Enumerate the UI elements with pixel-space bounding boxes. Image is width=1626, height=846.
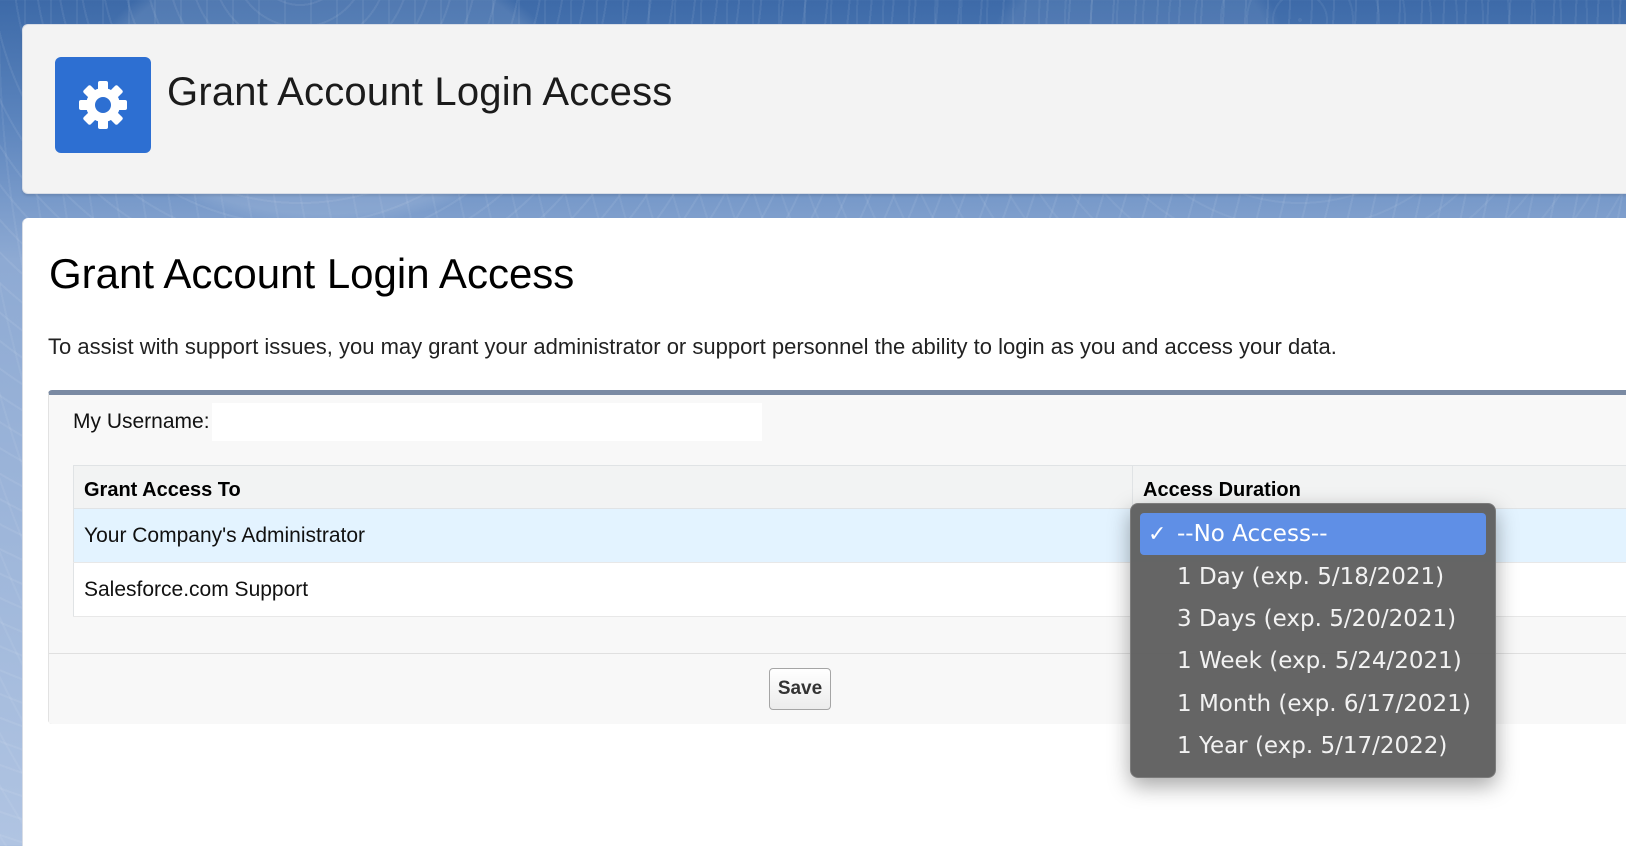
page-title: Grant Account Login Access xyxy=(49,250,575,297)
row-company-administrator: Your Company's Administrator xyxy=(73,508,1133,563)
option-label: 1 Year (exp. 5/17/2022) xyxy=(1177,733,1448,760)
page-header: Grant Account Login Access xyxy=(22,24,1626,194)
access-duration-dropdown[interactable]: ✓ --No Access-- 1 Day (exp. 5/18/2021) 3… xyxy=(1130,503,1496,778)
username-row: My Username: xyxy=(73,403,762,441)
option-1-day[interactable]: 1 Day (exp. 5/18/2021) xyxy=(1140,555,1486,597)
option-label: --No Access-- xyxy=(1177,521,1328,548)
option-no-access[interactable]: ✓ --No Access-- xyxy=(1140,513,1486,556)
username-value xyxy=(211,403,762,441)
header-title: Grant Account Login Access xyxy=(167,70,673,114)
option-label: 1 Week (exp. 5/24/2021) xyxy=(1177,648,1462,675)
option-3-days[interactable]: 3 Days (exp. 5/20/2021) xyxy=(1140,598,1486,640)
username-label: My Username: xyxy=(73,410,210,433)
option-label: 3 Days (exp. 5/20/2021) xyxy=(1177,605,1457,632)
checkmark-icon: ✓ xyxy=(1148,521,1167,547)
save-button[interactable]: Save xyxy=(769,668,831,710)
column-header-grant-access-to: Grant Access To xyxy=(73,465,1133,509)
intro-text: To assist with support issues, you may g… xyxy=(48,334,1337,359)
option-label: 1 Day (exp. 5/18/2021) xyxy=(1177,563,1445,590)
row-salesforce-support: Salesforce.com Support xyxy=(73,562,1133,617)
option-1-month[interactable]: 1 Month (exp. 6/17/2021) xyxy=(1140,683,1486,725)
option-1-year[interactable]: 1 Year (exp. 5/17/2022) xyxy=(1140,725,1486,767)
gear-icon xyxy=(55,57,151,153)
option-label: 1 Month (exp. 6/17/2021) xyxy=(1177,690,1471,717)
option-1-week[interactable]: 1 Week (exp. 5/24/2021) xyxy=(1140,640,1486,682)
